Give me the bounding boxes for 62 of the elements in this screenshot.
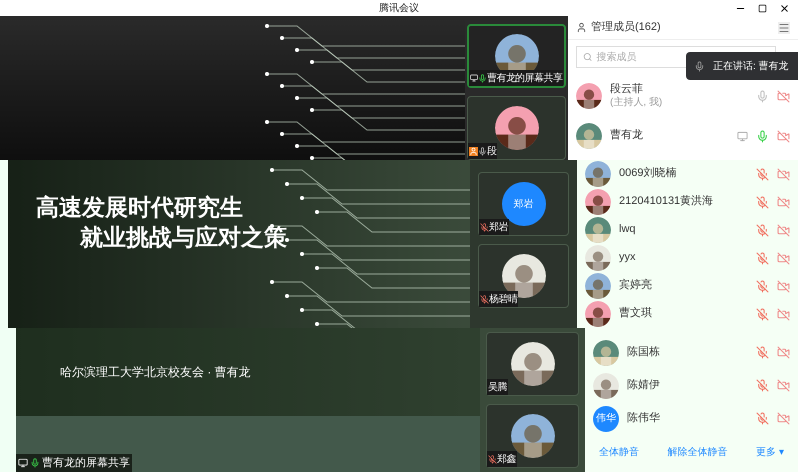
camera-off-icon [777, 379, 790, 392]
panel-title: 管理成员(162) [591, 20, 662, 36]
tile-name: 郑鑫 [497, 452, 516, 466]
member-row[interactable]: 陈国栋 [585, 336, 798, 369]
member-row[interactable]: 0069刘晓楠 [577, 160, 798, 188]
share-label: 曹有龙的屏幕共享 [42, 456, 130, 471]
member-row[interactable]: 段云菲 (主持人, 我) [568, 76, 798, 116]
member-name: 陈伟华 [627, 412, 661, 426]
member-role: (主持人, 我) [610, 96, 664, 110]
member-name: 0069刘晓楠 [619, 167, 678, 181]
camera-off-icon [777, 224, 790, 236]
video-tile[interactable]: 吴腾 [486, 332, 579, 396]
camera-off-icon [777, 346, 790, 359]
avatar-initials: 伟华 [593, 406, 619, 432]
camera-off-icon [777, 412, 790, 425]
member-row[interactable]: 伟华 陈伟华 [585, 402, 798, 435]
members-icon [576, 22, 587, 33]
mic-icon [30, 458, 40, 468]
member-row[interactable]: 宾婷亮 [577, 272, 798, 300]
camera-off-icon [777, 90, 790, 102]
member-row[interactable]: yyx [577, 244, 798, 272]
slide-subtitle: 哈尔滨理工大学北京校友会 · 曹有龙 [60, 364, 251, 381]
slide-title: 就业挑战与应对之策 [78, 223, 288, 252]
member-row[interactable]: lwq [577, 216, 798, 244]
member-name: 曹文琪 [619, 307, 653, 321]
menu-icon[interactable] [778, 22, 790, 34]
tile-name: 曹有龙的屏幕共享 [487, 72, 562, 86]
member-name: lwq [619, 223, 637, 237]
video-tile[interactable]: 段 [467, 96, 566, 160]
video-tile[interactable]: 杨碧晴 [478, 244, 569, 308]
screen-share-icon [18, 458, 28, 468]
member-row[interactable]: 曹有龙 [568, 116, 798, 156]
host-icon [469, 146, 478, 156]
member-name: 陈婧伊 [627, 378, 661, 392]
search-icon [583, 52, 592, 62]
tile-name: 段 [487, 144, 496, 158]
video-tile[interactable]: 曹有龙的屏幕共享 [467, 24, 566, 88]
member-name: 2120410131黄洪海 [619, 195, 714, 209]
member-name: yyx [619, 251, 636, 265]
camera-off-icon [777, 168, 790, 180]
member-name: 段云菲 [610, 82, 644, 96]
camera-off-icon [777, 308, 790, 320]
member-row[interactable]: 陈婧伊 [585, 369, 798, 402]
window-title: 腾讯会议 [379, 2, 419, 16]
camera-off-icon [777, 252, 790, 264]
mic-icon [694, 60, 705, 72]
screen-share-icon [470, 74, 478, 82]
maximize-icon[interactable] [758, 4, 767, 12]
close-icon[interactable] [779, 2, 790, 14]
camera-off-icon [777, 280, 790, 292]
tile-name: 杨碧晴 [489, 292, 518, 306]
member-name: 曹有龙 [610, 129, 644, 143]
footer-button[interactable]: 解除全体静音 [664, 441, 732, 464]
member-row[interactable]: 曹文琪 [577, 300, 798, 328]
video-tile[interactable]: 郑鑫 [486, 404, 579, 468]
member-row[interactable]: 2120410131黄洪海 [577, 188, 798, 216]
tile-name: 吴腾 [488, 380, 507, 394]
camera-off-icon [777, 130, 790, 142]
member-name: 宾婷亮 [619, 279, 653, 293]
slide-title: 高速发展时代研究生 [36, 193, 244, 222]
member-name: 陈国栋 [627, 346, 661, 360]
camera-off-icon [777, 196, 790, 208]
